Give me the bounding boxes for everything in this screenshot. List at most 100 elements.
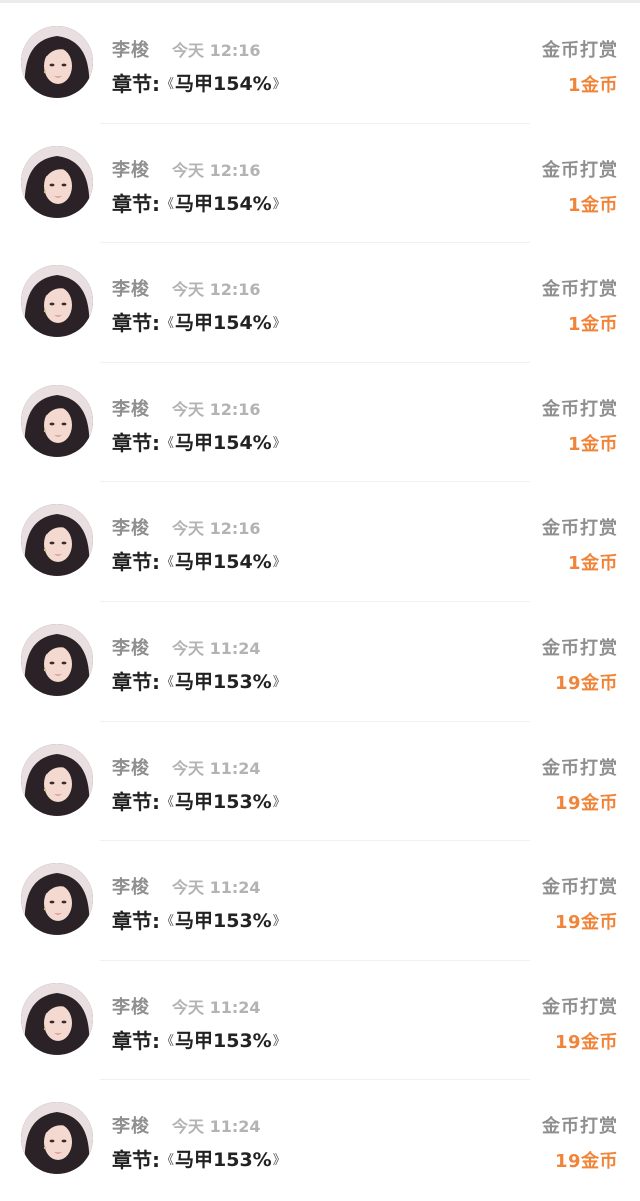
timestamp: 今天 11:24 xyxy=(172,758,261,778)
user-name[interactable]: 李梭 xyxy=(112,36,150,62)
user-name[interactable]: 李梭 xyxy=(112,156,150,182)
user-name[interactable]: 李梭 xyxy=(112,514,150,540)
chapter-title: 马甲153% xyxy=(175,670,272,693)
avatar-photo xyxy=(21,863,93,936)
reward-type: 金币打赏 xyxy=(542,279,618,301)
list-item[interactable]: 李梭 今天 12:16 章节: 《马甲154% 》 金币打赏 1金币 xyxy=(0,482,640,602)
avatar-photo xyxy=(21,265,93,338)
timestamp: 今天 12:16 xyxy=(172,519,261,539)
reward-type: 金币打赏 xyxy=(542,877,618,899)
avatar[interactable] xyxy=(21,1102,93,1175)
timestamp: 今天 12:16 xyxy=(172,280,261,300)
timestamp: 今天 12:16 xyxy=(172,160,261,180)
avatar-photo xyxy=(21,743,93,816)
avatar[interactable] xyxy=(21,265,93,338)
avatar-photo xyxy=(21,1102,93,1175)
user-name[interactable]: 李梭 xyxy=(112,275,150,301)
chapter-label: 章节: xyxy=(112,191,160,216)
chapter-title: 马甲153% xyxy=(175,1149,272,1172)
list-item[interactable]: 李梭 今天 12:16 章节: 《马甲154% 》 金币打赏 1金币 xyxy=(0,243,640,363)
chapter-label: 章节: xyxy=(112,72,160,96)
book-open-mark: 《 xyxy=(161,555,175,571)
timestamp: 今天 12:16 xyxy=(172,41,261,60)
timestamp: 今天 11:24 xyxy=(172,878,261,898)
user-name[interactable]: 李梭 xyxy=(112,395,150,421)
chapter-info[interactable]: 章节: 《马甲154% 》 xyxy=(112,427,287,456)
list-item[interactable]: 李梭 今天 11:24 章节: 《马甲153% 》 金币打赏 19金币 xyxy=(0,841,640,961)
list-item[interactable]: 李梭 今天 11:24 章节: 《马甲153% 》 金币打赏 19金币 xyxy=(0,1080,640,1200)
reward-type: 金币打赏 xyxy=(542,996,618,1018)
reward-amount: 19金币 xyxy=(554,1031,618,1053)
book-close-mark: 》 xyxy=(272,794,286,810)
user-name[interactable]: 李梭 xyxy=(112,993,150,1019)
avatar[interactable] xyxy=(21,26,93,98)
chapter-info[interactable]: 章节: 《马甲153% 》 xyxy=(112,905,287,934)
book-open-mark: 《 xyxy=(161,674,175,690)
reward-amount: 19金币 xyxy=(554,792,618,814)
avatar[interactable] xyxy=(21,384,93,457)
list-item[interactable]: 李梭 今天 11:24 章节: 《马甲153% 》 金币打赏 19金币 xyxy=(0,602,640,722)
book-close-mark: 》 xyxy=(272,435,286,451)
reward-type: 金币打赏 xyxy=(542,159,618,181)
avatar[interactable] xyxy=(21,863,93,936)
book-open-mark: 《 xyxy=(161,316,175,332)
reward-type: 金币打赏 xyxy=(542,518,618,540)
list-item[interactable]: 李梭 今天 12:16 章节: 《马甲154% 》 金币打赏 1金币 xyxy=(0,363,640,483)
book-open-mark: 《 xyxy=(161,914,175,930)
chapter-label: 章节: xyxy=(112,311,160,336)
list-item[interactable]: 李梭 今天 12:16 章节: 《马甲154% 》 金币打赏 1金币 xyxy=(0,4,640,124)
chapter-info[interactable]: 章节: 《马甲153% 》 xyxy=(112,786,287,815)
user-name[interactable]: 李梭 xyxy=(112,754,150,780)
avatar-photo xyxy=(21,26,93,98)
chapter-info[interactable]: 章节: 《马甲153% 》 xyxy=(112,1144,287,1173)
reward-type: 金币打赏 xyxy=(542,40,618,61)
reward-amount: 1金币 xyxy=(567,314,618,336)
book-close-mark: 》 xyxy=(272,914,286,930)
chapter-title: 马甲154% xyxy=(175,551,272,574)
timestamp: 今天 12:16 xyxy=(172,399,261,419)
book-close-mark: 》 xyxy=(272,1153,286,1169)
avatar[interactable] xyxy=(21,623,93,696)
avatar-photo xyxy=(21,982,93,1055)
reward-amount: 19金币 xyxy=(554,912,618,934)
chapter-info[interactable]: 章节: 《马甲153% 》 xyxy=(112,1025,287,1054)
reward-amount: 1金币 xyxy=(567,433,618,455)
chapter-label: 章节: xyxy=(112,430,160,455)
avatar[interactable] xyxy=(21,743,93,816)
chapter-info[interactable]: 章节: 《马甲154% 》 xyxy=(112,68,287,97)
avatar[interactable] xyxy=(21,145,93,218)
chapter-title: 马甲153% xyxy=(175,790,272,813)
chapter-info[interactable]: 章节: 《马甲154% 》 xyxy=(112,188,287,217)
user-name[interactable]: 李梭 xyxy=(112,634,150,660)
list-item[interactable]: 李梭 今天 11:24 章节: 《马甲153% 》 金币打赏 19金币 xyxy=(0,961,640,1081)
book-open-mark: 《 xyxy=(161,196,175,212)
avatar-photo xyxy=(21,145,93,218)
chapter-label: 章节: xyxy=(112,1028,160,1053)
reward-type: 金币打赏 xyxy=(542,757,618,779)
chapter-label: 章节: xyxy=(112,1148,160,1173)
chapter-label: 章节: xyxy=(112,550,160,575)
user-name[interactable]: 李梭 xyxy=(112,873,150,899)
list-item[interactable]: 李梭 今天 12:16 章节: 《马甲154% 》 金币打赏 1金币 xyxy=(0,124,640,244)
avatar[interactable] xyxy=(21,982,93,1055)
chapter-title: 马甲153% xyxy=(175,1029,272,1052)
chapter-info[interactable]: 章节: 《马甲154% 》 xyxy=(112,546,287,575)
timestamp: 今天 11:24 xyxy=(172,638,261,658)
reward-type: 金币打赏 xyxy=(542,1116,618,1138)
chapter-info[interactable]: 章节: 《马甲153% 》 xyxy=(112,666,287,695)
reward-amount: 1金币 xyxy=(567,75,618,96)
avatar-photo xyxy=(21,384,93,457)
avatar[interactable] xyxy=(21,504,93,577)
user-name[interactable]: 李梭 xyxy=(112,1112,150,1138)
list-item[interactable]: 李梭 今天 11:24 章节: 《马甲153% 》 金币打赏 19金币 xyxy=(0,722,640,842)
book-close-mark: 》 xyxy=(272,196,286,212)
chapter-title: 马甲153% xyxy=(175,910,272,933)
book-close-mark: 》 xyxy=(272,316,286,332)
chapter-title: 马甲154% xyxy=(175,431,272,454)
chapter-label: 章节: xyxy=(112,789,160,814)
book-open-mark: 《 xyxy=(161,77,175,92)
book-open-mark: 《 xyxy=(161,435,175,451)
book-close-mark: 》 xyxy=(272,1033,286,1049)
chapter-info[interactable]: 章节: 《马甲154% 》 xyxy=(112,307,287,336)
reward-type: 金币打赏 xyxy=(542,398,618,420)
